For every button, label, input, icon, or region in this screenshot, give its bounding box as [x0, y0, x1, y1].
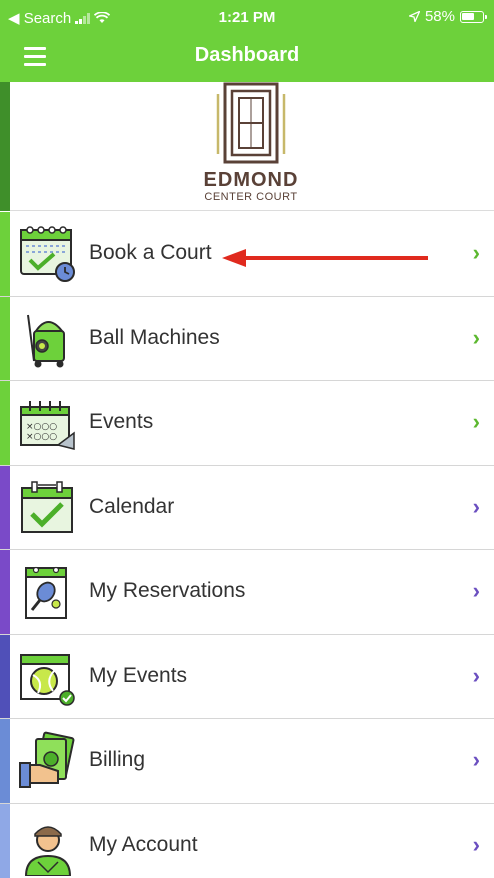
- status-right: 58%: [408, 8, 487, 25]
- status-bar: ◀ Search 1:21 PM 58%: [0, 0, 494, 34]
- svg-text:×○○○: ×○○○: [26, 422, 57, 432]
- user-avatar-icon: [24, 825, 72, 876]
- accent-bar: [0, 465, 10, 549]
- menu-item-label: My Reservations: [89, 579, 246, 602]
- chevron-right-icon: ›: [472, 409, 480, 434]
- calendar-check-icon: [21, 480, 73, 533]
- accent-bar: [0, 803, 10, 878]
- logo-header: EDMOND CENTER COURT: [0, 82, 494, 211]
- menu-item-label: Ball Machines: [89, 325, 220, 349]
- accent-bar: [0, 296, 10, 380]
- chevron-right-icon: ›: [472, 662, 480, 688]
- svg-text:×○○○: ×○○○: [26, 432, 57, 442]
- location-arrow-icon: [408, 11, 420, 22]
- chevron-right-icon: ›: [472, 831, 480, 857]
- menu-item-label: Book a Court: [89, 241, 212, 264]
- menu-item-label: My Account: [89, 832, 198, 856]
- menu-item-label: Events: [89, 410, 154, 433]
- menu-item-my-account[interactable]: My Account ›: [0, 803, 494, 878]
- battery-icon: [460, 10, 487, 23]
- chevron-right-icon: ›: [472, 578, 480, 603]
- menu-item-label: My Events: [89, 663, 188, 687]
- accent-strip: [0, 82, 10, 211]
- menu-item-calendar[interactable]: Calendar ›: [0, 465, 494, 550]
- accent-bar: [0, 212, 10, 296]
- red-arrow-annotation: [222, 249, 428, 267]
- tennis-ball-calendar-icon: [20, 653, 75, 706]
- logo-subtitle: CENTER COURT: [204, 191, 298, 203]
- money-hand-icon: [19, 731, 75, 788]
- menu-item-label: Billing: [89, 748, 146, 771]
- menu-item-label: Calendar: [89, 494, 175, 518]
- menu-item-my-events[interactable]: My Events ›: [0, 634, 494, 719]
- accent-bar: [0, 634, 10, 718]
- racket-calendar-icon: [25, 566, 67, 619]
- menu-item-billing[interactable]: Billing ›: [0, 719, 494, 804]
- logo-name: EDMOND: [203, 169, 299, 191]
- chevron-right-icon: ›: [472, 747, 480, 772]
- dashboard-menu: Book a Court › Ball Machines › ×○○○ ×○○○: [0, 212, 494, 878]
- edmond-center-court-logo: EDMOND CENTER COURT: [196, 82, 306, 207]
- ball-machine-icon: [27, 314, 65, 367]
- court-door-logo-icon: [216, 82, 286, 164]
- tournament-board-icon: ×○○○ ×○○○: [20, 401, 75, 450]
- chevron-right-icon: ›: [472, 493, 480, 519]
- menu-item-events[interactable]: ×○○○ ×○○○ Events ›: [0, 381, 494, 466]
- calendar-clock-icon: [20, 226, 75, 282]
- nav-bar: Dashboard: [0, 34, 494, 82]
- accent-bar: [0, 381, 10, 465]
- menu-item-my-reservations[interactable]: My Reservations ›: [0, 550, 494, 635]
- battery-percent: 58%: [424, 8, 455, 25]
- chevron-right-icon: ›: [472, 324, 480, 350]
- menu-item-ball-machines[interactable]: Ball Machines ›: [0, 296, 494, 381]
- chevron-right-icon: ›: [472, 240, 480, 265]
- accent-bar: [0, 550, 10, 634]
- accent-bar: [0, 719, 10, 803]
- page-title: Dashboard: [194, 44, 300, 66]
